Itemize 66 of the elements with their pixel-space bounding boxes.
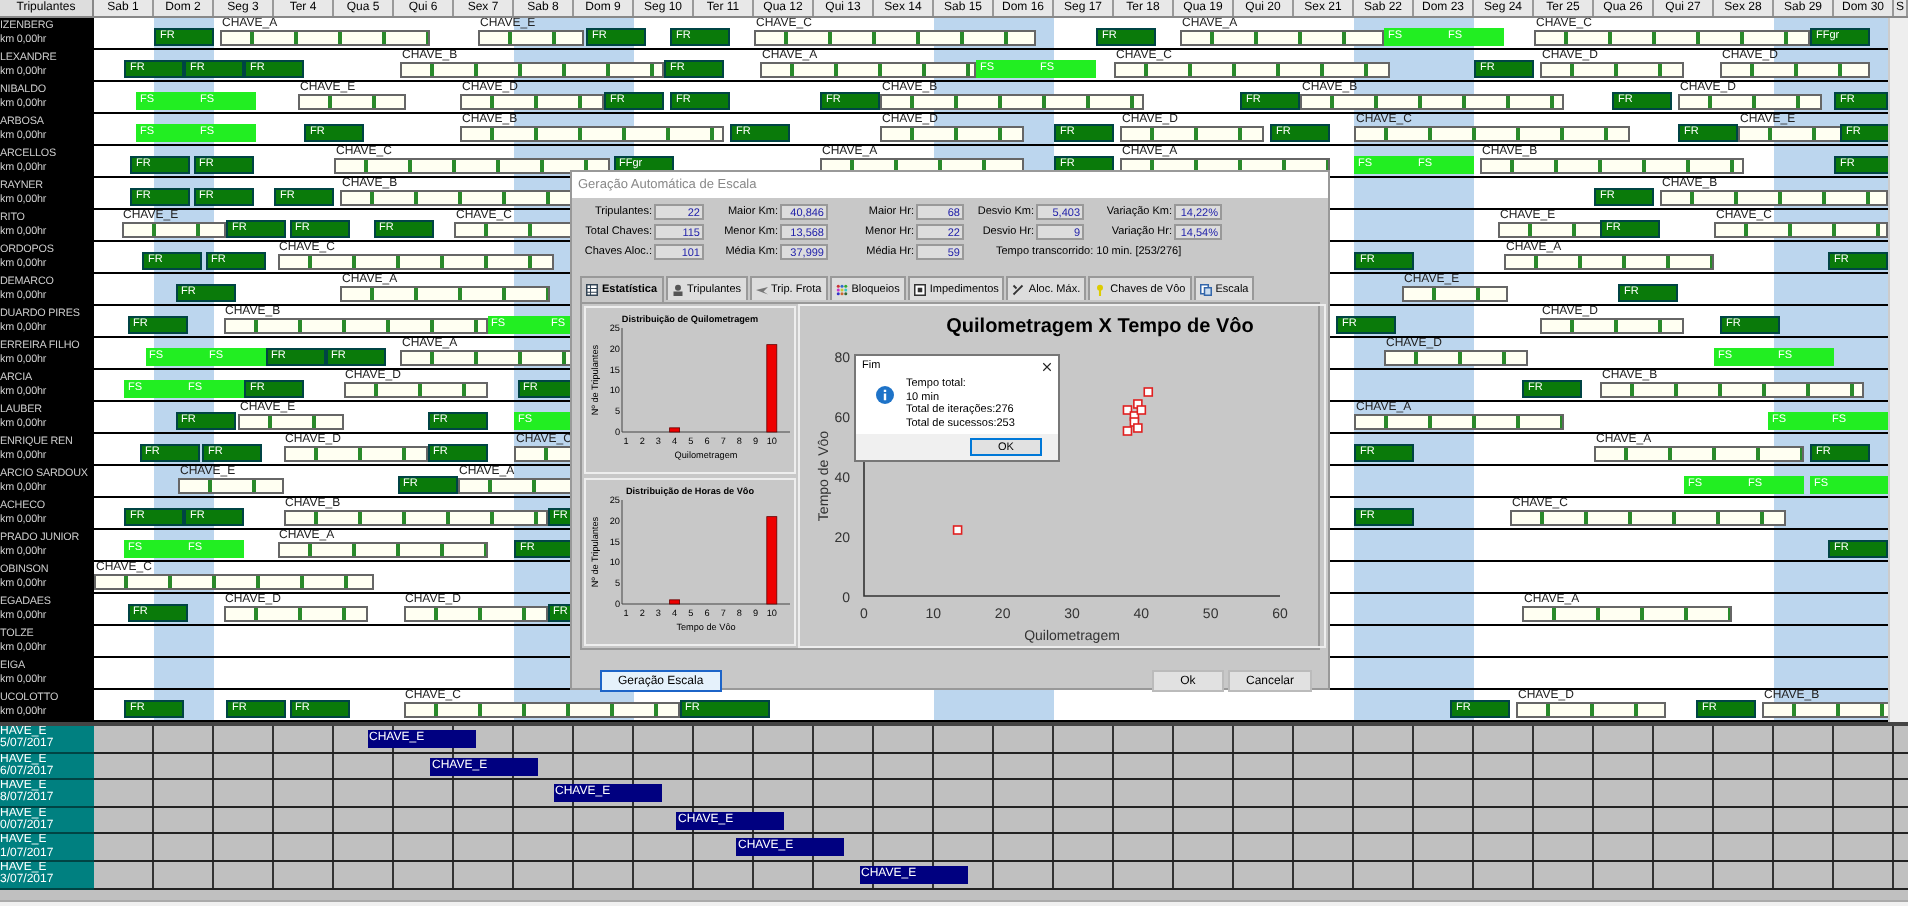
duty-bar[interactable]	[1480, 158, 1744, 174]
duty-bar[interactable]	[94, 574, 373, 590]
duty-bar[interactable]	[283, 446, 427, 462]
duty-bar[interactable]	[1114, 62, 1390, 78]
grid-icon	[586, 284, 598, 296]
duty-bar[interactable]	[1522, 606, 1732, 622]
duty-bar[interactable]	[283, 510, 547, 526]
duty-bar[interactable]	[1600, 382, 1864, 398]
duty-bar[interactable]	[754, 30, 1036, 46]
close-icon[interactable]	[1042, 361, 1052, 371]
bar	[766, 516, 778, 605]
duty-bar[interactable]	[478, 30, 583, 46]
bar	[766, 344, 778, 433]
duty-bar[interactable]	[1384, 350, 1528, 366]
duty-bar[interactable]	[1540, 318, 1684, 334]
duty-bar[interactable]	[880, 94, 1144, 110]
duty-bar[interactable]	[1678, 94, 1822, 110]
duty-bar[interactable]	[1534, 30, 1810, 46]
duty-bar[interactable]	[1402, 286, 1507, 302]
duty-bar[interactable]	[400, 62, 664, 78]
duty-bar[interactable]	[1498, 222, 1603, 238]
duty-bar[interactable]	[1540, 62, 1684, 78]
dots-icon	[835, 283, 848, 295]
duty-bar[interactable]	[334, 158, 610, 174]
duty-bar[interactable]	[223, 606, 367, 622]
duty-bar[interactable]	[178, 478, 283, 494]
duty-bar[interactable]	[1660, 190, 1888, 206]
duty-bar[interactable]	[1594, 446, 1804, 462]
bar	[669, 427, 680, 433]
duty-bar[interactable]	[1300, 94, 1564, 110]
duty-bar[interactable]	[1510, 510, 1786, 526]
duty-bar[interactable]	[1762, 702, 1889, 718]
duty-bar[interactable]	[1180, 30, 1384, 46]
duty-bar[interactable]	[1516, 702, 1666, 718]
plane-icon	[755, 283, 768, 295]
duty-bar[interactable]	[121, 222, 226, 238]
duty-bar[interactable]	[277, 254, 553, 270]
bar	[669, 599, 680, 605]
duty-bar[interactable]	[1720, 62, 1870, 78]
vertical-scrollbar[interactable]	[1888, 18, 1908, 722]
duty-bar[interactable]	[1504, 254, 1714, 270]
duty-bar[interactable]	[343, 382, 487, 398]
duty-bar[interactable]	[298, 94, 406, 110]
chart-title: Quilometragem X Tempo de Vôo	[946, 316, 1254, 338]
box-icon	[913, 283, 926, 295]
duty-bar[interactable]	[1738, 126, 1846, 142]
duty-bar[interactable]	[1354, 126, 1630, 142]
duty-bar[interactable]	[1354, 414, 1564, 430]
duty-bar[interactable]	[403, 606, 547, 622]
document-icon	[1199, 283, 1212, 295]
duty-bar[interactable]	[1120, 126, 1264, 142]
info-icon	[876, 386, 894, 404]
duty-bar[interactable]	[277, 542, 487, 558]
duty-bar[interactable]	[760, 62, 976, 78]
duty-bar[interactable]	[238, 414, 343, 430]
duty-bar[interactable]	[460, 94, 604, 110]
duty-bar[interactable]	[403, 702, 679, 718]
duty-bar[interactable]	[340, 286, 550, 302]
duty-bar[interactable]	[223, 318, 487, 334]
duty-bar[interactable]	[220, 30, 430, 46]
tool-icon	[1012, 283, 1025, 295]
people-icon	[671, 283, 684, 295]
duty-bar[interactable]	[880, 126, 1024, 142]
duty-bar[interactable]	[460, 126, 724, 142]
duty-bar[interactable]	[1714, 222, 1888, 238]
key-icon	[1094, 283, 1107, 295]
